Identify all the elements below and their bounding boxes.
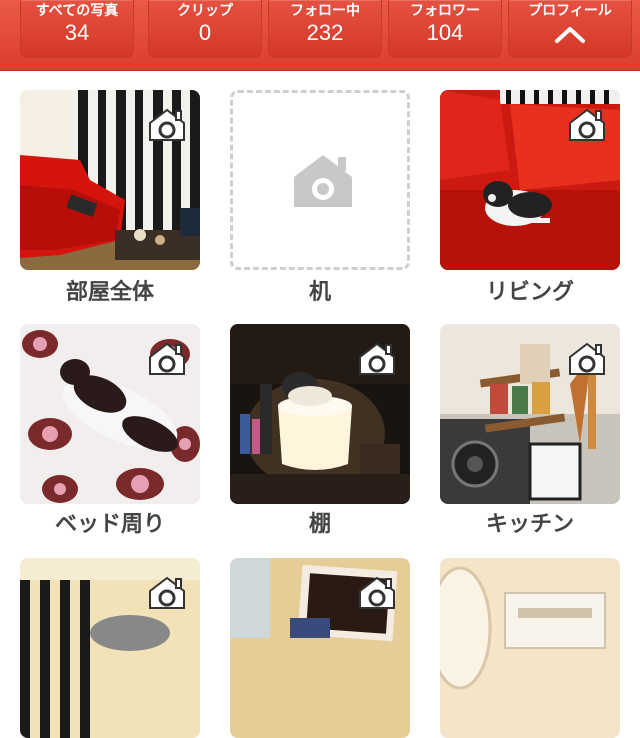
empty-room-tile[interactable] <box>230 90 410 270</box>
profile-toggle-button[interactable]: プロフィール <box>508 0 632 58</box>
camera-house-icon <box>569 342 605 375</box>
room-photo <box>440 558 620 738</box>
chevron-up-icon <box>555 27 585 43</box>
stat-label: クリップ <box>177 3 233 19</box>
room-photo-tile[interactable] <box>20 324 200 504</box>
room-photo-tile[interactable] <box>230 324 410 504</box>
room-photo-tile[interactable] <box>20 90 200 270</box>
camera-house-icon <box>569 108 605 141</box>
stat-value: 0 <box>198 20 212 45</box>
room-photo-tile[interactable] <box>440 558 620 738</box>
room-label: 机 <box>308 280 331 305</box>
camera-house-icon <box>359 342 395 375</box>
stat-label: フォロワー <box>410 3 480 19</box>
stat-clips[interactable]: クリップ 0 <box>148 0 262 58</box>
stat-label: フォロー中 <box>290 3 360 19</box>
room-label: リビング <box>485 280 574 305</box>
camera-house-icon <box>359 576 395 609</box>
stat-value: 232 <box>306 20 344 45</box>
room-photo-tile[interactable] <box>440 90 620 270</box>
camera-house-icon <box>149 108 185 141</box>
room-photo-tile[interactable] <box>20 558 200 738</box>
stat-label: プロフィール <box>528 3 612 19</box>
camera-house-icon <box>149 342 185 375</box>
profile-stats-bar: すべての写真 34 クリップ 0 フォロー中 232 フォロワー 104 プロフ… <box>0 0 640 71</box>
room-label: キッチン <box>485 512 574 537</box>
stat-followers[interactable]: フォロワー 104 <box>388 0 502 58</box>
room-photo-tile[interactable] <box>440 324 620 504</box>
room-label: 棚 <box>308 512 331 537</box>
stat-value: 104 <box>426 20 464 45</box>
camera-house-icon <box>149 576 185 609</box>
stat-all-photos[interactable]: すべての写真 34 <box>20 0 134 58</box>
room-label: ベッド周り <box>54 512 165 537</box>
camera-house-placeholder-icon <box>294 155 352 207</box>
stat-label: すべての写真 <box>35 3 119 19</box>
room-label: 部屋全体 <box>65 280 154 305</box>
stat-value: 34 <box>64 20 90 45</box>
room-photo-tile[interactable] <box>230 558 410 738</box>
stat-following[interactable]: フォロー中 232 <box>268 0 382 58</box>
